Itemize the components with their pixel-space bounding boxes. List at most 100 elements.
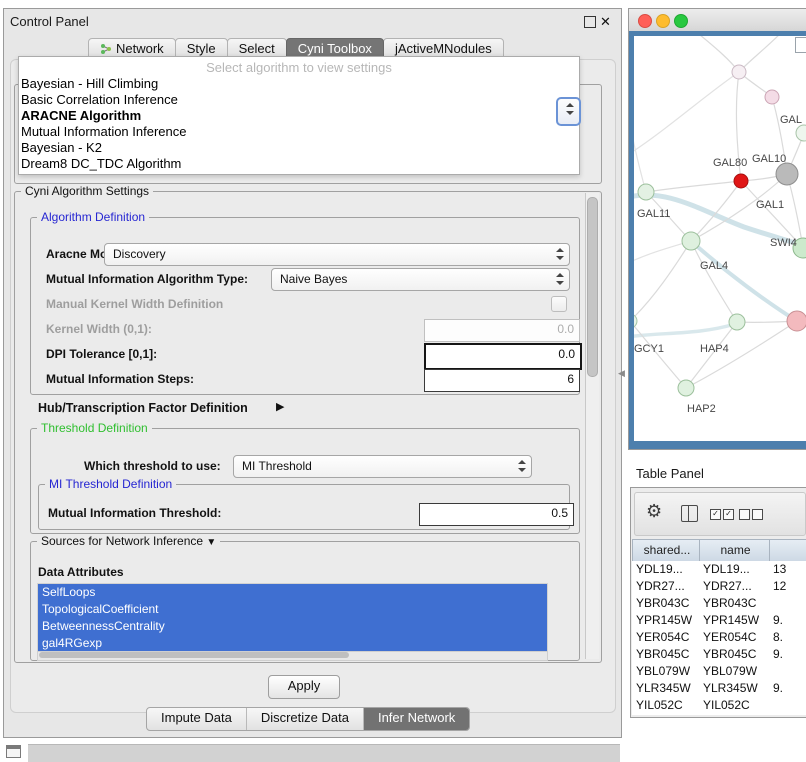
graph-node[interactable] (765, 90, 779, 104)
graph-node[interactable] (634, 314, 637, 328)
algorithm-option-selected[interactable]: ARACNE Algorithm (19, 108, 579, 124)
status-bar (28, 744, 620, 762)
graph-node[interactable] (638, 184, 654, 200)
which-threshold-select[interactable]: MI Threshold (233, 455, 532, 478)
graph-node[interactable] (732, 65, 746, 79)
algorithm-option[interactable]: Dream8 DC_TDC Algorithm (19, 156, 579, 172)
collapse-down-icon[interactable]: ▼ (206, 537, 216, 548)
minimized-panel-icon[interactable] (6, 745, 21, 758)
expand-right-icon[interactable]: ▶ (276, 400, 284, 413)
manual-kernel-label: Manual Kernel Width Definition (46, 297, 223, 311)
table-cell: YBL079W (632, 663, 699, 680)
algorithm-option[interactable]: Mutual Information Inference (19, 124, 579, 140)
float-window-icon[interactable] (584, 16, 596, 28)
algorithm-combo-stepper[interactable] (556, 97, 581, 126)
mi-type-select[interactable]: Naive Bayes (271, 268, 570, 291)
graph-node[interactable] (682, 232, 700, 250)
node-label: GAL10 (752, 153, 786, 165)
minimize-traffic-light-icon[interactable] (656, 14, 670, 28)
table-row[interactable]: YDL19...YDL19...13 (632, 561, 806, 578)
columns-icon[interactable] (681, 505, 698, 522)
graph-edge[interactable] (634, 241, 691, 321)
table-cell: YBR045C (632, 646, 699, 663)
mi-type-value: Naive Bayes (280, 272, 347, 286)
algorithm-option[interactable]: Basic Correlation Inference (19, 92, 579, 108)
column-header-partial[interactable] (769, 539, 806, 563)
deselect-all-columns-icon[interactable] (739, 509, 763, 520)
panel-divider-handle[interactable]: ◀ (618, 368, 625, 379)
checked-box-icon: ✓ (710, 509, 721, 520)
table-row[interactable]: YDR27...YDR27...12 (632, 578, 806, 595)
close-traffic-light-icon[interactable] (638, 14, 652, 28)
tab-discretize-data[interactable]: Discretize Data (246, 708, 363, 730)
network-tab-icon (100, 43, 112, 55)
kernel-width-field[interactable]: 0.0 (424, 319, 580, 342)
table-row[interactable]: YBL079WYBL079W (632, 663, 806, 680)
table-row[interactable]: YBR043CYBR043C (632, 595, 806, 612)
list-horizontal-scrollbar[interactable] (37, 651, 548, 661)
graph-edge[interactable] (694, 36, 739, 72)
table-row[interactable]: YBR045CYBR045C9. (632, 646, 806, 663)
algorithm-option[interactable]: Bayesian - K2 (19, 140, 579, 156)
list-scrollbar-thumb[interactable] (39, 652, 349, 658)
birdseye-toggle-icon[interactable] (795, 37, 806, 53)
graph-node[interactable] (734, 174, 748, 188)
dpi-tolerance-field[interactable]: 0.0 (424, 343, 582, 370)
node-label: HAP4 (700, 343, 729, 355)
graph-edge[interactable] (691, 181, 741, 241)
table-cell: YDL19... (632, 561, 699, 578)
graph-node[interactable] (729, 314, 745, 330)
manual-kernel-checkbox[interactable] (551, 296, 567, 312)
select-all-columns-icon[interactable]: ✓✓ (710, 509, 734, 520)
table-row[interactable]: YER054CYER054C8. (632, 629, 806, 646)
tab-infer-network[interactable]: Infer Network (363, 708, 469, 730)
table-body: YDL19...YDL19...13YDR27...YDR27...12YBR0… (632, 561, 806, 715)
data-attributes-label: Data Attributes (38, 565, 124, 579)
table-cell: 9. (769, 612, 806, 629)
dpi-tolerance-label: DPI Tolerance [0,1]: (46, 347, 157, 361)
node-label: GAL1 (756, 199, 784, 211)
graph-node[interactable] (787, 311, 806, 331)
mi-steps-field[interactable]: 6 (424, 369, 580, 392)
graph-edge[interactable] (691, 241, 800, 323)
tab-impute-data[interactable]: Impute Data (147, 708, 246, 730)
graph-node[interactable] (678, 380, 694, 396)
graph-edge[interactable] (646, 181, 741, 192)
sources-title-text: Sources for Network Inference (41, 534, 203, 548)
table-cell: YLR345W (699, 680, 769, 697)
aracne-mode-select[interactable]: Discovery (104, 243, 570, 266)
threshold-definition-title: Threshold Definition (37, 421, 152, 435)
list-item[interactable]: SelfLoops (38, 584, 547, 601)
column-header-shared-name[interactable]: shared... (632, 539, 702, 563)
column-header-name[interactable]: name (699, 539, 772, 563)
table-row[interactable]: YLR345WYLR345W9. (632, 680, 806, 697)
zoom-traffic-light-icon[interactable] (674, 14, 688, 28)
graph-edge[interactable] (691, 241, 737, 322)
list-item[interactable]: TopologicalCoefficient (38, 601, 547, 618)
desktop: Control Panel ✕ Network Style Select Cyn… (0, 0, 806, 762)
network-window-titlebar[interactable] (629, 9, 806, 32)
graph-edge[interactable] (739, 36, 784, 72)
graph-edge[interactable] (634, 324, 735, 337)
settings-scrollbar[interactable] (585, 193, 599, 659)
graph-node[interactable] (796, 125, 806, 141)
apply-button[interactable]: Apply (268, 675, 340, 699)
graph-node[interactable] (776, 163, 798, 185)
table-panel-title: Table Panel (636, 466, 704, 481)
table-cell: YER054C (632, 629, 699, 646)
list-item[interactable]: BetweennessCentrality (38, 618, 547, 635)
close-icon[interactable]: ✕ (600, 15, 611, 28)
control-panel-titlebar[interactable]: Control Panel ✕ (4, 9, 621, 33)
table-cell (769, 595, 806, 612)
table-row[interactable]: YPR145WYPR145W9. (632, 612, 806, 629)
list-item[interactable]: gal4RGexp (38, 635, 547, 652)
gear-icon[interactable]: ⚙ (646, 501, 662, 522)
graph-edge[interactable] (634, 72, 739, 156)
mi-threshold-field[interactable]: 0.5 (419, 503, 574, 526)
table-row[interactable]: YIL052CYIL052C (632, 697, 806, 714)
table-cell: YDL19... (699, 561, 769, 578)
network-canvas-svg[interactable]: GALGAL80GAL10GAL11GAL1SWI4GAL4GCY1HAP4HA… (634, 36, 806, 441)
algorithm-option[interactable]: Bayesian - Hill Climbing (19, 76, 579, 92)
which-threshold-label: Which threshold to use: (84, 459, 221, 473)
settings-scrollbar-thumb[interactable] (587, 197, 598, 377)
